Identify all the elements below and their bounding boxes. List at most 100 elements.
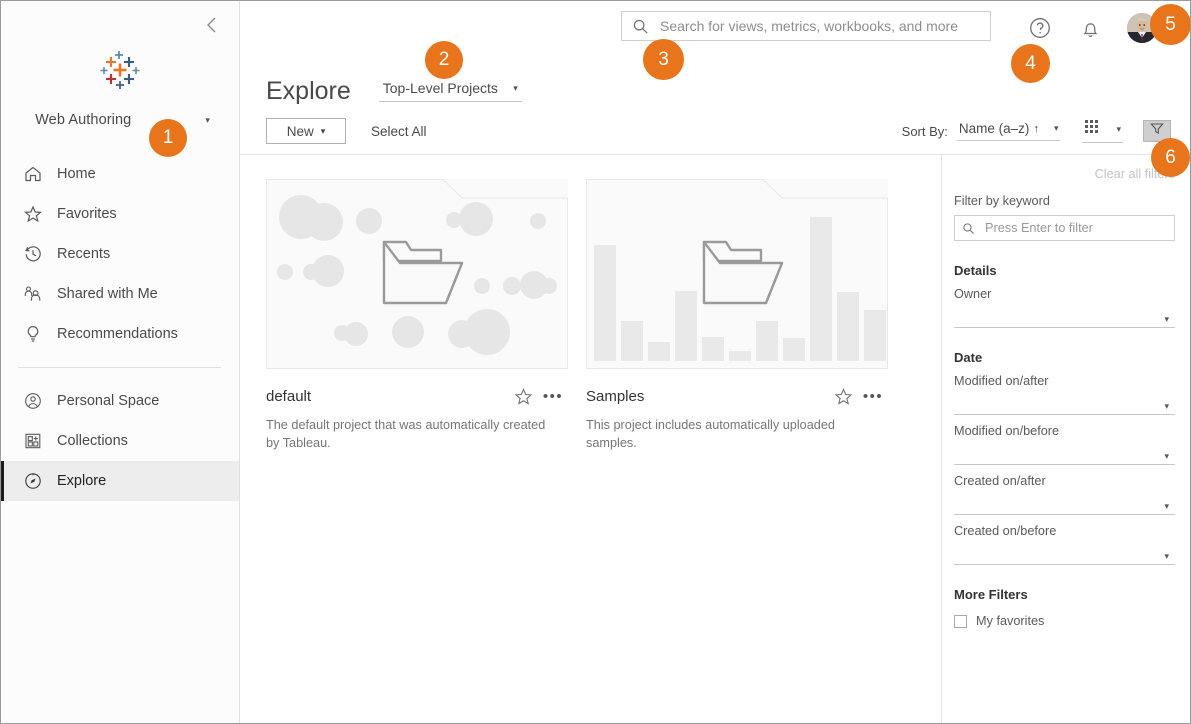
created-on-after-label: Created on/after xyxy=(954,474,1175,488)
explore-compass-icon xyxy=(22,470,44,492)
details-heading: Details xyxy=(954,263,1175,278)
project-scope-dropdown[interactable]: Top-Level Projects ▾ xyxy=(379,80,522,102)
star-outline-icon[interactable] xyxy=(512,385,534,407)
lightbulb-icon xyxy=(22,323,44,345)
sidebar-item-label: Personal Space xyxy=(57,393,159,409)
callout-badge-4: 4 xyxy=(1011,44,1050,83)
callout-number: 2 xyxy=(439,49,450,71)
sidebar-item-explore[interactable]: Explore xyxy=(0,461,239,501)
modified-on-before-filter: Modified on/before ▾ xyxy=(954,424,1175,465)
callout-badge-5: 5 xyxy=(1150,4,1191,45)
modified-on-after-label: Modified on/after xyxy=(954,374,1175,388)
bell-icon[interactable] xyxy=(1077,15,1103,41)
my-favorites-label: My favorites xyxy=(976,614,1044,628)
tableau-explore-page: Web Authoring ▾ Home Favorite xyxy=(0,0,1191,724)
chevron-down-icon: ▾ xyxy=(1164,314,1169,325)
chevron-down-icon: ▾ xyxy=(1164,551,1169,562)
cards-pane: default ••• The default project that was… xyxy=(240,154,941,724)
filter-panel: Clear all filters Filter by keyword Deta… xyxy=(941,154,1191,724)
project-card[interactable]: default ••• The default project that was… xyxy=(266,179,568,453)
callout-number: 4 xyxy=(1025,53,1036,75)
chevron-down-icon: ▾ xyxy=(1164,501,1169,512)
more-filters-heading: More Filters xyxy=(954,587,1175,602)
modified-on-before-dropdown[interactable]: ▾ xyxy=(954,451,1175,465)
chevron-left-icon xyxy=(205,15,219,40)
chevron-down-icon: ▾ xyxy=(1164,401,1169,412)
created-on-before-dropdown[interactable]: ▾ xyxy=(954,551,1175,565)
sidebar-nav: Home Favorites Recents xyxy=(0,154,239,501)
site-selector[interactable]: Web Authoring ▾ xyxy=(0,112,239,128)
chevron-down-icon: ▾ xyxy=(1164,451,1169,462)
created-on-after-dropdown[interactable]: ▾ xyxy=(954,501,1175,515)
new-button[interactable]: New ▾ xyxy=(266,118,346,144)
new-button-label: New xyxy=(287,124,314,139)
created-on-before-filter: Created on/before ▾ xyxy=(954,524,1175,565)
owner-dropdown[interactable]: ▾ xyxy=(954,314,1175,328)
toolbar-right: Sort By: Name (a–z) ↑ ▾ ▾ xyxy=(902,119,1171,143)
chevron-down-icon: ▾ xyxy=(1116,124,1121,135)
sidebar-item-recommendations[interactable]: Recommendations xyxy=(0,314,239,354)
sort-by-dropdown[interactable]: Name (a–z) ↑ ▾ xyxy=(957,121,1061,141)
owner-filter: Owner ▾ xyxy=(954,287,1175,328)
select-all-button[interactable]: Select All xyxy=(371,124,427,139)
project-card-grid: default ••• The default project that was… xyxy=(266,179,941,453)
more-options-icon[interactable]: ••• xyxy=(862,385,884,407)
bar-chart-thumbnail xyxy=(586,179,888,369)
help-circle-icon[interactable] xyxy=(1027,15,1053,41)
sidebar-item-home[interactable]: Home xyxy=(0,154,239,194)
star-outline-icon[interactable] xyxy=(832,385,854,407)
callout-badge-2: 2 xyxy=(425,41,463,79)
created-on-before-label: Created on/before xyxy=(954,524,1175,538)
card-header: default ••• xyxy=(266,385,568,407)
sidebar-item-label: Explore xyxy=(57,473,106,489)
keyword-filter-input[interactable] xyxy=(983,220,1167,236)
sidebar: Web Authoring ▾ Home Favorite xyxy=(0,0,240,724)
clear-all-filters-button[interactable]: Clear all filters xyxy=(954,167,1175,181)
sidebar-item-label: Collections xyxy=(57,433,128,449)
grid-view-icon xyxy=(1084,119,1099,139)
card-description: The default project that was automatical… xyxy=(266,416,558,453)
sidebar-item-favorites[interactable]: Favorites xyxy=(0,194,239,234)
sidebar-item-label: Home xyxy=(57,166,96,182)
star-icon xyxy=(22,203,44,225)
global-search[interactable] xyxy=(621,11,991,41)
search-input[interactable] xyxy=(658,17,980,35)
chevron-down-icon: ▾ xyxy=(205,115,210,126)
my-favorites-checkbox[interactable]: My favorites xyxy=(954,614,1175,628)
created-on-after-filter: Created on/after ▾ xyxy=(954,474,1175,515)
view-mode-dropdown[interactable]: ▾ xyxy=(1082,119,1123,143)
card-title[interactable]: default xyxy=(266,388,512,405)
collections-grid-icon xyxy=(22,430,44,452)
callout-badge-3: 3 xyxy=(643,39,684,80)
card-title[interactable]: Samples xyxy=(586,388,832,405)
sidebar-item-label: Recommendations xyxy=(57,326,178,342)
sidebar-item-label: Favorites xyxy=(57,206,117,222)
card-header: Samples ••• xyxy=(586,385,888,407)
filter-by-keyword-label: Filter by keyword xyxy=(954,194,1175,208)
modified-on-after-dropdown[interactable]: ▾ xyxy=(954,401,1175,415)
sort-direction-icon: ↑ xyxy=(1033,123,1039,135)
owner-label: Owner xyxy=(954,287,1175,301)
modified-on-before-label: Modified on/before xyxy=(954,424,1175,438)
checkbox-box xyxy=(954,615,967,628)
callout-badge-1: 1 xyxy=(149,119,187,157)
top-bar xyxy=(240,0,1191,56)
keyword-filter-field[interactable] xyxy=(954,215,1175,241)
callout-number: 5 xyxy=(1165,14,1176,36)
user-circle-icon xyxy=(22,390,44,412)
card-description: This project includes automatically uplo… xyxy=(586,416,878,453)
content-toolbar: New ▾ Select All Sort By: Name (a–z) ↑ ▾ xyxy=(240,108,1191,154)
page-title: Explore xyxy=(266,79,351,104)
sidebar-item-shared-with-me[interactable]: Shared with Me xyxy=(0,274,239,314)
more-options-icon[interactable]: ••• xyxy=(542,385,564,407)
sidebar-item-collections[interactable]: Collections xyxy=(0,421,239,461)
search-icon xyxy=(632,18,650,35)
collapse-sidebar-button[interactable] xyxy=(199,14,225,40)
people-share-icon xyxy=(22,283,44,305)
project-scope-value: Top-Level Projects xyxy=(383,80,498,96)
project-card[interactable]: Samples ••• This project includes automa… xyxy=(586,179,888,453)
sidebar-item-recents[interactable]: Recents xyxy=(0,234,239,274)
sidebar-item-personal-space[interactable]: Personal Space xyxy=(0,381,239,421)
scatter-plot-thumbnail xyxy=(266,179,568,369)
sidebar-item-label: Shared with Me xyxy=(57,286,158,302)
